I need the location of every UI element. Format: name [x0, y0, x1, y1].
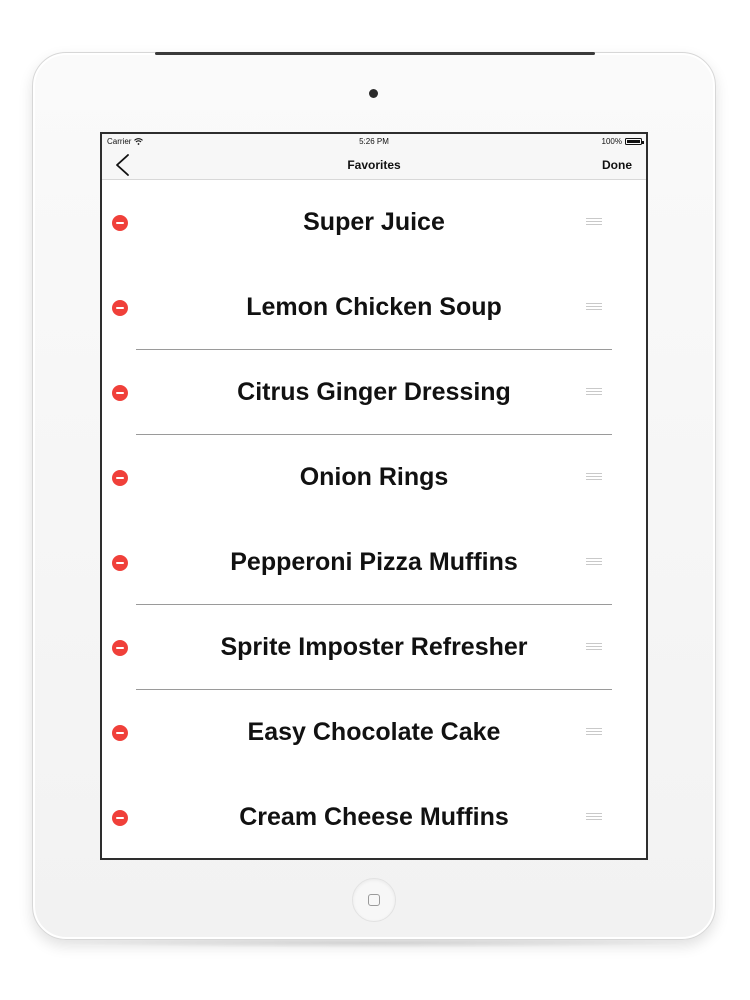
- list-item[interactable]: Onion Rings: [102, 435, 646, 520]
- page-title: Favorites: [347, 158, 401, 172]
- recipe-title: Citrus Ginger Dressing: [237, 378, 511, 406]
- battery-tip: [642, 140, 644, 144]
- minus-icon: [116, 732, 124, 734]
- list-item[interactable]: Cream Cheese Muffins: [102, 775, 646, 858]
- reorder-handle-icon[interactable]: [586, 558, 602, 566]
- reorder-handle-icon[interactable]: [586, 303, 602, 311]
- minus-icon: [116, 307, 124, 309]
- reorder-handle-icon[interactable]: [586, 218, 602, 226]
- battery-icon: [625, 138, 644, 145]
- delete-button[interactable]: [112, 555, 128, 571]
- delete-button[interactable]: [112, 385, 128, 401]
- list-item[interactable]: Pepperoni Pizza Muffins: [102, 520, 646, 605]
- recipe-title: Super Juice: [303, 208, 445, 236]
- list-item[interactable]: Easy Chocolate Cake: [102, 690, 646, 775]
- minus-icon: [116, 477, 124, 479]
- front-camera: [369, 89, 378, 98]
- delete-button[interactable]: [112, 470, 128, 486]
- minus-icon: [116, 817, 124, 819]
- recipe-title: Easy Chocolate Cake: [247, 718, 501, 746]
- battery-fill: [627, 140, 640, 143]
- list-item[interactable]: Lemon Chicken Soup: [102, 265, 646, 350]
- recipe-title: Cream Cheese Muffins: [239, 803, 509, 831]
- minus-icon: [116, 392, 124, 394]
- recipe-title: Onion Rings: [299, 463, 449, 491]
- reorder-handle-icon[interactable]: [586, 643, 602, 651]
- home-square-icon: [368, 894, 380, 906]
- status-right: 100%: [601, 137, 644, 146]
- reorder-handle-icon[interactable]: [586, 728, 602, 736]
- list-item[interactable]: Citrus Ginger Dressing: [102, 350, 646, 435]
- delete-button[interactable]: [112, 215, 128, 231]
- reorder-handle-icon[interactable]: [586, 388, 602, 396]
- delete-button[interactable]: [112, 725, 128, 741]
- ipad-top-edge: [155, 52, 595, 55]
- delete-button[interactable]: [112, 640, 128, 656]
- recipe-title: Sprite Imposter Refresher: [220, 633, 528, 661]
- app-screen: Carrier 5:26 PM 100% Favorites Done Supe…: [100, 132, 648, 860]
- minus-icon: [116, 222, 124, 224]
- list-item[interactable]: Sprite Imposter Refresher: [102, 605, 646, 690]
- minus-icon: [116, 647, 124, 649]
- reorder-handle-icon[interactable]: [586, 813, 602, 821]
- favorites-list: Super Juice Lemon Chicken Soup Citrus Gi…: [102, 180, 646, 858]
- minus-icon: [116, 562, 124, 564]
- done-button[interactable]: Done: [602, 158, 632, 172]
- status-time: 5:26 PM: [359, 137, 389, 146]
- battery-percent: 100%: [601, 137, 622, 146]
- status-bar: Carrier 5:26 PM 100%: [102, 134, 646, 150]
- recipe-title: Pepperoni Pizza Muffins: [230, 548, 518, 576]
- reorder-handle-icon[interactable]: [586, 473, 602, 481]
- navigation-bar: Favorites Done: [102, 150, 646, 180]
- list-item[interactable]: Super Juice: [102, 180, 646, 265]
- recipe-title: Lemon Chicken Soup: [246, 293, 502, 321]
- delete-button[interactable]: [112, 300, 128, 316]
- delete-button[interactable]: [112, 810, 128, 826]
- home-button[interactable]: [352, 878, 396, 922]
